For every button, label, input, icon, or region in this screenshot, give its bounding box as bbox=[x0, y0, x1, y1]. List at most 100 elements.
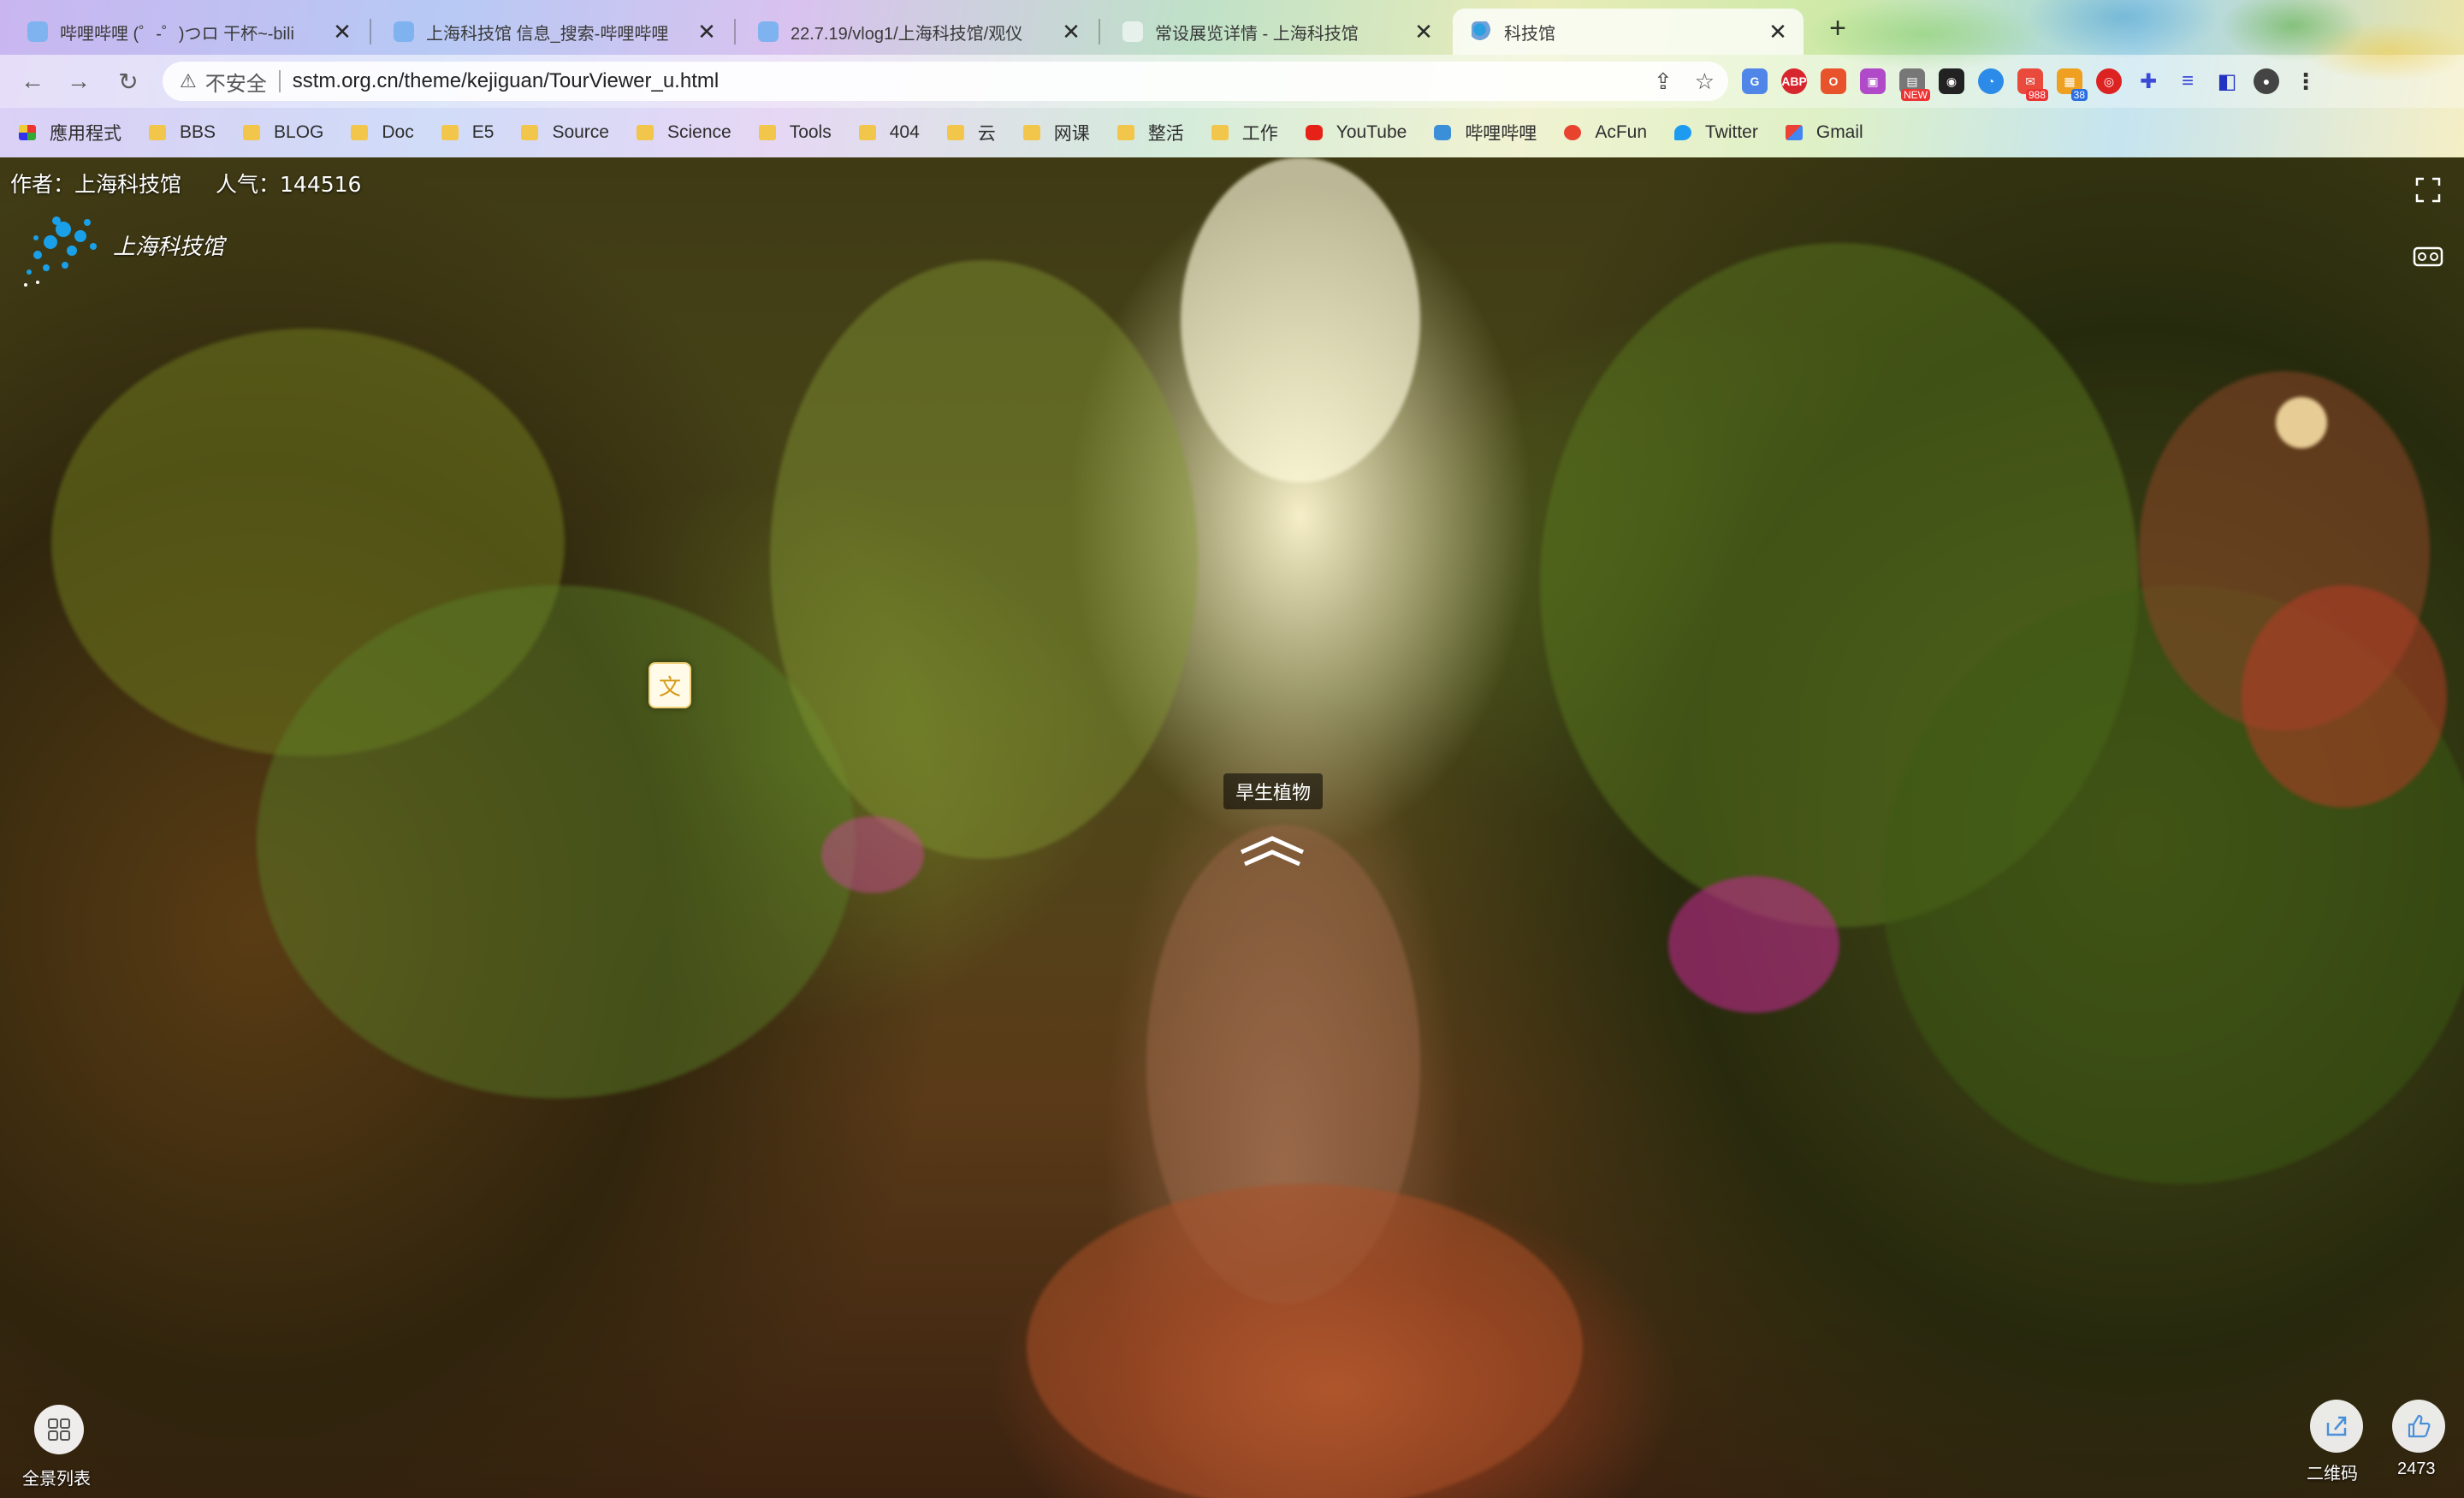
address-bar[interactable]: ⚠ 不安全 sstm.org.cn/theme/kejiguan/TourVie… bbox=[163, 62, 1728, 101]
qr-code-button[interactable] bbox=[2310, 1400, 2363, 1453]
rss-extension-icon[interactable]: ▦ 38 bbox=[2057, 68, 2088, 101]
glasses-extension-icon[interactable]: ◉ bbox=[1939, 68, 1964, 94]
chevron-up-icon bbox=[1240, 836, 1305, 867]
bookmark-twitter[interactable]: Twitter bbox=[1674, 122, 1758, 143]
office-extension-icon[interactable]: O bbox=[1821, 68, 1846, 94]
translate-extension-icon[interactable]: G bbox=[1742, 68, 1768, 94]
like-count: 2473 bbox=[2397, 1460, 2436, 1478]
youtube-icon bbox=[1305, 125, 1323, 140]
folder-icon bbox=[1116, 125, 1134, 140]
bookmark-acfun[interactable]: AcFun bbox=[1564, 122, 1647, 143]
apps-grid-icon bbox=[19, 125, 36, 140]
bookmark-label: 404 bbox=[889, 122, 920, 142]
acfun-icon bbox=[1564, 125, 1582, 140]
bookmark-folder[interactable]: BBS bbox=[149, 122, 216, 143]
weibo-extension-icon[interactable]: ◎ bbox=[2096, 68, 2122, 94]
url-text[interactable]: sstm.org.cn/theme/kejiguan/TourViewer_u.… bbox=[293, 69, 719, 93]
bookmark-folder[interactable]: Tools bbox=[758, 122, 832, 143]
media-extension-icon[interactable]: ▣ bbox=[1860, 68, 1886, 94]
puzzle-extensions-icon[interactable]: ✚ bbox=[2135, 68, 2161, 94]
reload-icon: ↻ bbox=[118, 68, 139, 95]
bookmark-label: BBS bbox=[180, 122, 216, 142]
bookmark-folder[interactable]: 云 bbox=[946, 120, 996, 145]
bookmark-folder[interactable]: E5 bbox=[441, 122, 494, 143]
vr-glasses-icon bbox=[2413, 246, 2443, 267]
reading-list-icon[interactable]: ≡ bbox=[2175, 68, 2200, 94]
author-info: 作者：上海科技馆 人气：144516 bbox=[10, 168, 361, 198]
tab-exhibition[interactable]: 常设展览详情 - 上海科技馆 ✕ bbox=[1104, 9, 1449, 55]
bookmark-label: AcFun bbox=[1595, 122, 1648, 142]
sstm-logo: 上海科技馆 bbox=[12, 204, 226, 298]
tab-title: 上海科技馆 信息_搜索-哔哩哔哩 bbox=[426, 24, 669, 44]
side-panel-icon[interactable]: ◧ bbox=[2214, 68, 2240, 94]
panorama-list-button[interactable] bbox=[34, 1405, 84, 1454]
bookmark-label: Source bbox=[552, 122, 609, 142]
folder-icon bbox=[351, 125, 369, 140]
security-label[interactable]: 不安全 bbox=[205, 67, 267, 97]
bookmark-folder[interactable]: Source bbox=[521, 122, 609, 143]
bookmark-label: 應用程式 bbox=[50, 124, 121, 144]
fullscreen-icon bbox=[2415, 177, 2441, 203]
reload-button[interactable]: ↻ bbox=[110, 62, 147, 100]
forward-button[interactable]: → bbox=[60, 62, 98, 100]
bookmark-gmail[interactable]: Gmail bbox=[1785, 122, 1863, 143]
browser-toolbar: ← → ↻ ⚠ 不安全 sstm.org.cn/theme/kejiguan/T… bbox=[0, 55, 2464, 108]
arrow-left-icon: ← bbox=[21, 68, 44, 94]
bookmark-label: 云 bbox=[977, 124, 996, 144]
tab-bilibili-search[interactable]: 上海科技馆 信息_搜索-哔哩哔哩 ✕ bbox=[375, 9, 732, 55]
sync-extension-icon[interactable]: ◔ bbox=[1978, 68, 2004, 94]
close-icon[interactable]: ✕ bbox=[1768, 19, 1788, 45]
bookmark-folder[interactable]: Doc bbox=[351, 122, 414, 143]
adblock-extension-icon[interactable]: ABP bbox=[1781, 68, 1807, 94]
browser-chrome: 哔哩哔哩 (゜-゜)つロ 干杯~-bili ✕ 上海科技馆 信息_搜索-哔哩哔哩… bbox=[0, 0, 2464, 157]
text-hotspot[interactable]: 文 bbox=[649, 662, 691, 708]
bookmark-folder[interactable]: 网课 bbox=[1022, 120, 1090, 145]
bookmark-label: 网课 bbox=[1053, 124, 1090, 144]
logo-text: 上海科技馆 bbox=[113, 234, 225, 260]
bookmark-folder[interactable]: BLOG bbox=[243, 122, 323, 143]
vr-mode-button[interactable] bbox=[2411, 240, 2445, 274]
bookmark-bilibili[interactable]: 哔哩哔哩 bbox=[1434, 120, 1537, 145]
bookmark-label: 哔哩哔哩 bbox=[1465, 124, 1537, 144]
tab-divider bbox=[1099, 19, 1100, 44]
gmail-icon bbox=[1785, 125, 1803, 140]
panorama-list-label[interactable]: 全景列表 bbox=[22, 1465, 91, 1489]
profile-avatar-icon[interactable]: ● bbox=[2254, 68, 2279, 94]
bookmark-youtube[interactable]: YouTube bbox=[1305, 122, 1407, 143]
panorama-viewport[interactable]: 作者：上海科技馆 人气：144516 上海科技馆 文 旱生植物 全景列表 二维码… bbox=[0, 157, 2464, 1498]
qr-code-label[interactable]: 二维码 bbox=[2307, 1460, 2358, 1484]
warning-icon[interactable]: ⚠ bbox=[180, 70, 197, 92]
bookmark-folder[interactable]: 404 bbox=[858, 122, 920, 143]
fullscreen-button[interactable] bbox=[2411, 173, 2445, 207]
back-button[interactable]: ← bbox=[14, 62, 51, 100]
bilibili-tab-icon bbox=[27, 21, 48, 42]
like-button[interactable] bbox=[2392, 1400, 2445, 1453]
share-icon[interactable]: ⇪ bbox=[1654, 68, 1673, 95]
more-menu-icon[interactable]: ⋮ bbox=[2293, 68, 2319, 94]
close-icon[interactable]: ✕ bbox=[1061, 19, 1081, 45]
omnibox-actions: ⇪ ☆ bbox=[1654, 62, 1715, 101]
bookmark-folder[interactable]: 整活 bbox=[1116, 120, 1184, 145]
new-extension-icon[interactable]: ▤ NEW bbox=[1899, 68, 1930, 101]
tab-vlog[interactable]: 22.7.19/vlog1/上海科技馆/观仪 ✕ bbox=[739, 9, 1097, 55]
tab-kejiguan[interactable]: 科技馆 ✕ bbox=[1453, 9, 1804, 55]
bookmark-folder[interactable]: 工作 bbox=[1211, 120, 1278, 145]
bookmark-folder[interactable]: Science bbox=[636, 122, 732, 143]
new-tab-button[interactable]: + bbox=[1821, 12, 1855, 45]
tab-bilibili-home[interactable]: 哔哩哔哩 (゜-゜)つロ 干杯~-bili ✕ bbox=[9, 9, 368, 55]
bookmark-apps[interactable]: 應用程式 bbox=[19, 120, 121, 145]
bookmark-star-icon[interactable]: ☆ bbox=[1695, 68, 1715, 95]
mail-extension-icon[interactable]: ✉ 988 bbox=[2017, 68, 2048, 101]
arrow-right-icon: → bbox=[67, 68, 91, 94]
scene-tag-text: 旱生植物 bbox=[1235, 783, 1312, 804]
twitter-icon bbox=[1674, 125, 1692, 140]
folder-icon bbox=[1211, 125, 1229, 140]
forward-nav-hotspot[interactable] bbox=[1236, 833, 1308, 867]
close-icon[interactable]: ✕ bbox=[1413, 19, 1434, 45]
scene-hotspot-label[interactable]: 旱生植物 bbox=[1223, 773, 1324, 809]
close-icon[interactable]: ✕ bbox=[332, 19, 352, 45]
tab-divider bbox=[734, 19, 736, 44]
bilibili-tab-icon bbox=[758, 21, 779, 42]
folder-icon bbox=[858, 125, 876, 140]
close-icon[interactable]: ✕ bbox=[696, 19, 717, 45]
